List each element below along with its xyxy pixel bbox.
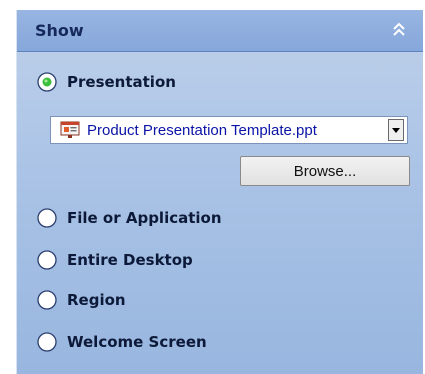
dropdown-arrow-button[interactable] [388,119,404,141]
browse-button[interactable]: Browse... [240,156,410,186]
radio-option-file-or-application[interactable]: File or Application [37,206,222,230]
radio-label-presentation: Presentation [67,73,176,91]
radio-label-region: Region [67,291,126,309]
radio-option-entire-desktop[interactable]: Entire Desktop [37,248,193,272]
radio-label-welcome-screen: Welcome Screen [67,333,207,351]
powerpoint-file-icon [60,121,80,138]
panel-title: Show [35,21,84,40]
radio-unselected-icon[interactable] [37,250,57,270]
radio-label-file-or-application: File or Application [67,209,222,227]
presentation-file-dropdown[interactable]: Product Presentation Template.ppt [50,116,408,144]
dropdown-selected-value: Product Presentation Template.ppt [87,121,317,139]
caret-down-icon [392,127,400,133]
radio-unselected-icon[interactable] [37,290,57,310]
chevron-double-up-icon[interactable] [385,16,413,44]
radio-unselected-icon[interactable] [37,208,57,228]
radio-selected-icon[interactable] [37,72,57,92]
radio-unselected-icon[interactable] [37,332,57,352]
radio-option-region[interactable]: Region [37,288,126,312]
radio-option-presentation[interactable]: Presentation [37,70,176,94]
panel-header[interactable]: Show [17,10,423,52]
show-panel: Show Presentation Product Presentation T… [16,10,423,374]
radio-option-welcome-screen[interactable]: Welcome Screen [37,330,207,354]
radio-label-entire-desktop: Entire Desktop [67,251,193,269]
